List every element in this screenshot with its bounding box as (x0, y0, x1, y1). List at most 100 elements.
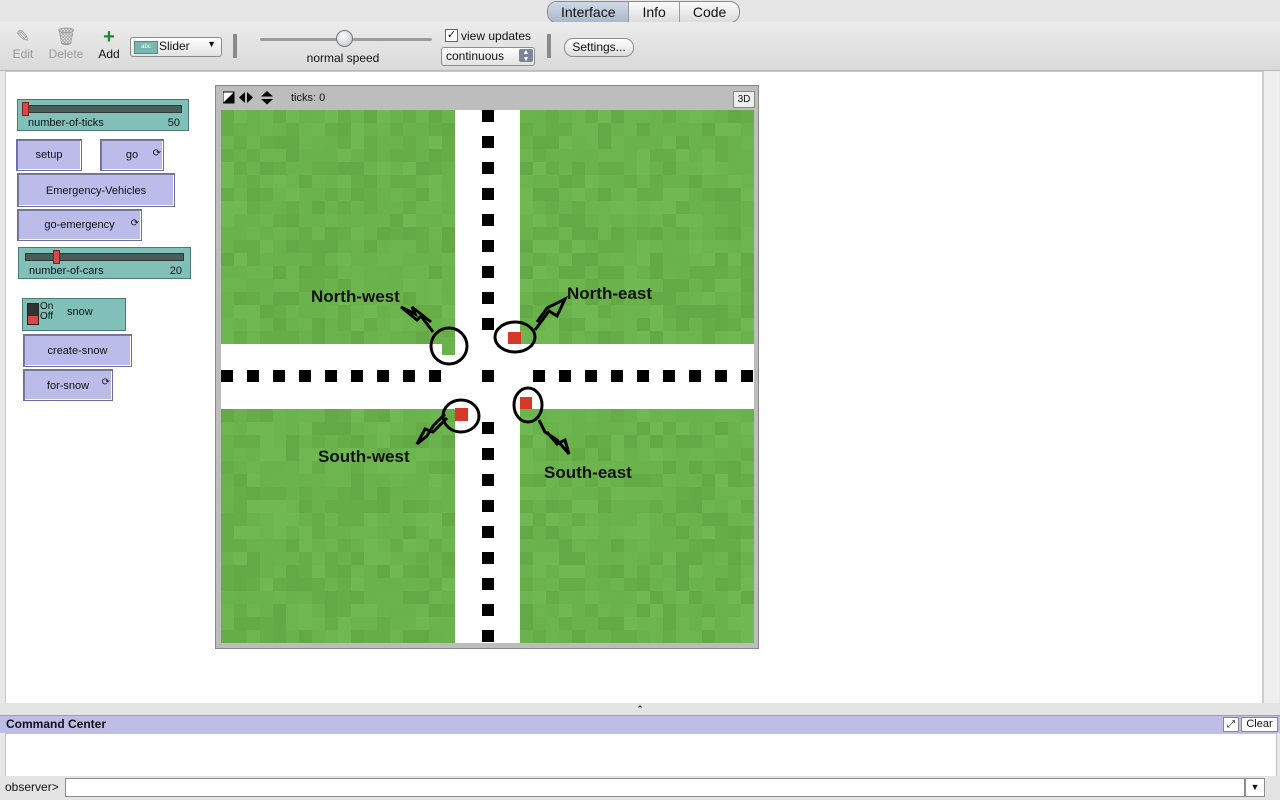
grass-patch (715, 201, 728, 214)
grass-patch (598, 630, 611, 643)
grass-patch (663, 435, 676, 448)
grass-patch (299, 435, 312, 448)
grass-patch (442, 188, 455, 201)
grass-patch (377, 136, 390, 149)
grass-patch (702, 630, 715, 643)
grass-patch (429, 617, 442, 630)
grass-patch (572, 617, 585, 630)
grass-patch (364, 331, 377, 344)
grass-patch (650, 513, 663, 526)
view-updates-checkbox[interactable]: ✓ (445, 29, 458, 42)
go-button[interactable]: go ⟳ (100, 139, 164, 171)
edit-button[interactable]: ✎ Edit (10, 27, 36, 61)
grass-patch (572, 318, 585, 331)
number-of-cars-slider[interactable]: number-of-cars 20 (18, 247, 191, 279)
grass-patch (741, 448, 754, 461)
tab-code[interactable]: Code (678, 2, 739, 22)
history-dropdown-icon[interactable]: ▼ (1245, 778, 1265, 797)
grass-patch (351, 136, 364, 149)
grass-patch (663, 630, 676, 643)
grass-patch (221, 552, 234, 565)
observer-prompt[interactable]: observer> (5, 780, 59, 794)
slider-knob[interactable] (53, 250, 60, 264)
grass-patch (676, 565, 689, 578)
road-dash (482, 162, 494, 174)
slider-knob[interactable] (22, 102, 29, 116)
grass-patch (715, 500, 728, 513)
update-mode-select[interactable]: continuous ▲ ▼ (441, 47, 535, 66)
grass-patch (559, 500, 572, 513)
grass-patch (533, 578, 546, 591)
grass-patch (663, 552, 676, 565)
grass-patch (741, 253, 754, 266)
grass-patch (624, 214, 637, 227)
grass-patch (416, 461, 429, 474)
pane-splitter[interactable]: ⌃ (0, 703, 1280, 715)
grass-patch (312, 578, 325, 591)
grass-patch (611, 123, 624, 136)
grass-patch (676, 227, 689, 240)
tab-interface[interactable]: Interface (548, 2, 629, 22)
create-snow-button[interactable]: create-snow (23, 334, 132, 367)
grass-patch (377, 630, 390, 643)
vertical-scrollbar[interactable] (1263, 71, 1279, 703)
grass-patch (520, 331, 533, 344)
switch-toggle[interactable] (27, 303, 39, 325)
grass-patch (416, 214, 429, 227)
road-dash (325, 370, 337, 382)
grass-patch (429, 240, 442, 253)
grass-patch (676, 591, 689, 604)
delete-button[interactable]: 🗑 Delete (46, 27, 86, 61)
widget-type-select[interactable]: abc Slider ▼ (130, 37, 222, 57)
grass-patch (676, 422, 689, 435)
add-button[interactable]: + Add (95, 27, 123, 61)
grass-patch (728, 552, 741, 565)
grass-patch (702, 617, 715, 630)
grass-patch (676, 604, 689, 617)
grass-patch (234, 435, 247, 448)
grass-patch (728, 435, 741, 448)
grass-patch (299, 318, 312, 331)
grass-patch (559, 630, 572, 643)
grass-patch (702, 591, 715, 604)
snow-switch[interactable]: On Off snow (22, 298, 126, 331)
grass-patch (299, 253, 312, 266)
road-dash (482, 370, 494, 382)
expand-icon[interactable]: ⤢ (1223, 717, 1239, 732)
road-dash (559, 370, 571, 382)
road-dash (403, 370, 415, 382)
grass-patch (611, 448, 624, 461)
grass-patch (637, 500, 650, 513)
3d-view-button[interactable]: 3D (733, 91, 755, 108)
grass-patch (390, 474, 403, 487)
grass-patch (650, 149, 663, 162)
grass-patch (585, 123, 598, 136)
grass-patch (715, 461, 728, 474)
setup-button[interactable]: setup (16, 139, 82, 171)
grass-patch (650, 110, 663, 123)
grass-patch (702, 552, 715, 565)
view-controls-icon[interactable] (223, 91, 275, 105)
number-of-ticks-slider[interactable]: number-of-ticks 50 (17, 99, 189, 131)
go-emergency-button[interactable]: go-emergency ⟳ (17, 209, 142, 241)
speed-slider-knob[interactable] (336, 30, 353, 47)
grass-patch (351, 630, 364, 643)
grass-patch (741, 162, 754, 175)
grass-patch (260, 591, 273, 604)
tab-info[interactable]: Info (628, 2, 678, 22)
road-dash (533, 370, 545, 382)
clear-button[interactable]: Clear (1241, 717, 1278, 732)
grass-patch (715, 526, 728, 539)
settings-button[interactable]: Settings... (564, 38, 634, 57)
grass-patch (520, 435, 533, 448)
grass-patch (338, 123, 351, 136)
grass-patch (559, 266, 572, 279)
grass-patch (234, 188, 247, 201)
grass-patch (728, 604, 741, 617)
grass-patch (585, 435, 598, 448)
grass-patch (234, 318, 247, 331)
command-input[interactable] (65, 778, 1245, 797)
for-snow-button[interactable]: for-snow ⟳ (23, 369, 113, 401)
emergency-vehicles-button[interactable]: Emergency-Vehicles (17, 173, 175, 207)
world-canvas[interactable]: North-west North-east South-west South-e… (221, 110, 754, 643)
